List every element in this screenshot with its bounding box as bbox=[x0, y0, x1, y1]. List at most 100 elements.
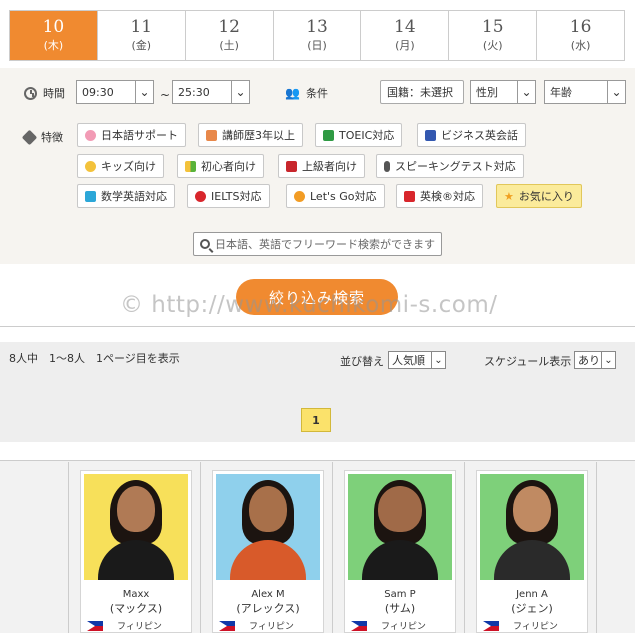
gender-select[interactable]: 性別 ⌄ bbox=[470, 80, 536, 104]
teacher-photo bbox=[348, 474, 452, 580]
feature-chip[interactable]: Let's Go対応 bbox=[286, 184, 385, 208]
date-dow: (火) bbox=[482, 39, 503, 52]
age-select[interactable]: 年齢 ⌄ bbox=[544, 80, 626, 104]
feature-chip[interactable]: IELTS対応 bbox=[187, 184, 270, 208]
time-separator: ~ bbox=[160, 88, 171, 102]
time-to-select[interactable]: 25:30 ⌄ bbox=[172, 80, 250, 104]
teacher-name: Maxx bbox=[122, 589, 150, 600]
nationality-button[interactable]: 国籍：未選択 bbox=[380, 80, 464, 104]
chevron-down-icon: ⌄ bbox=[135, 81, 153, 103]
divider bbox=[68, 462, 69, 633]
date-tab-4[interactable]: 14 (月) bbox=[360, 11, 448, 60]
philippines-flag-icon bbox=[351, 620, 367, 631]
time-label-text: 時間 bbox=[43, 87, 65, 100]
people-icon: 👥 bbox=[285, 86, 300, 100]
feature-chip[interactable]: TOEIC対応 bbox=[315, 123, 403, 147]
teacher-card[interactable]: Maxx (マックス) フィリピン bbox=[80, 470, 192, 633]
chevron-down-icon: ⌄ bbox=[431, 352, 445, 368]
chip-label: ビジネス英会話 bbox=[441, 129, 518, 142]
sort-select[interactable]: 人気順 ⌄ bbox=[388, 351, 446, 369]
feature-chip[interactable]: スピーキングテスト対応 bbox=[376, 154, 524, 178]
teacher-photo bbox=[480, 474, 584, 580]
chip-label: TOEIC対応 bbox=[339, 129, 395, 142]
feature-chip[interactable]: 英検®対応 bbox=[396, 184, 483, 208]
calculator-icon bbox=[85, 190, 96, 202]
free-word-search-input[interactable]: 日本語、英語でフリーワード検索ができます bbox=[193, 232, 442, 256]
teacher-card[interactable]: Sam P (サム) フィリピン bbox=[344, 470, 456, 633]
gender-value: 性別 bbox=[476, 86, 498, 99]
body-shape bbox=[494, 540, 570, 580]
chip-label: お気に入り bbox=[518, 190, 574, 203]
body-shape bbox=[98, 540, 174, 580]
chip-label: 上級者向け bbox=[302, 160, 357, 173]
head-shape bbox=[117, 486, 155, 532]
date-day: 13 bbox=[306, 17, 328, 37]
date-dow: (日) bbox=[307, 39, 327, 52]
time-from-value: 09:30 bbox=[82, 85, 114, 99]
date-tab-1[interactable]: 11 (金) bbox=[96, 11, 185, 60]
search-button[interactable]: 絞り込み検索 bbox=[236, 279, 398, 315]
divider bbox=[332, 462, 333, 633]
chevron-down-icon: ⌄ bbox=[607, 81, 625, 103]
teacher-card[interactable]: Jenn A (ジェン) フィリピン bbox=[476, 470, 588, 633]
teacher-name: Alex M bbox=[251, 589, 285, 600]
time-from-select[interactable]: 09:30 ⌄ bbox=[76, 80, 154, 104]
head-shape bbox=[513, 486, 551, 532]
feature-chip[interactable]: キッズ向け bbox=[77, 154, 164, 178]
feature-chip[interactable]: 数学英語対応 bbox=[77, 184, 175, 208]
search-icon bbox=[200, 239, 210, 249]
teacher-country: フィリピン bbox=[81, 619, 191, 632]
star-icon: ★ bbox=[504, 189, 514, 203]
teacher-kana: (サム) bbox=[384, 602, 416, 615]
country-name: フィリピン bbox=[117, 622, 162, 632]
divider bbox=[596, 462, 597, 633]
body-shape bbox=[230, 540, 306, 580]
country-name: フィリピン bbox=[381, 622, 426, 632]
letsgo-icon bbox=[294, 190, 305, 202]
teacher-country: フィリピン bbox=[345, 619, 455, 632]
date-tab-3[interactable]: 13 (日) bbox=[272, 11, 361, 60]
pagination-page-1[interactable]: 1 bbox=[301, 408, 331, 432]
graduation-cap-icon bbox=[286, 160, 297, 172]
chip-label: 講師歴3年以上 bbox=[222, 129, 295, 142]
country-name: フィリピン bbox=[513, 622, 558, 632]
schedule-select[interactable]: あり ⌄ bbox=[574, 351, 616, 369]
date-tab-0[interactable]: 10 (木) bbox=[10, 11, 97, 60]
date-tab-5[interactable]: 15 (火) bbox=[448, 11, 536, 60]
beginner-icon bbox=[185, 160, 196, 172]
feature-chip[interactable]: 上級者向け bbox=[278, 154, 365, 178]
chip-label: スピーキングテスト対応 bbox=[395, 160, 516, 173]
date-dow: (水) bbox=[570, 39, 591, 52]
chevron-down-icon: ⌄ bbox=[517, 81, 535, 103]
date-day: 14 bbox=[394, 17, 416, 37]
date-tab-2[interactable]: 12 (土) bbox=[184, 11, 273, 60]
smile-icon bbox=[85, 160, 96, 172]
feature-chip[interactable]: 初心者向け bbox=[177, 154, 264, 178]
teacher-kana: (アレックス) bbox=[236, 602, 300, 615]
clock-icon bbox=[24, 86, 37, 100]
date-day: 16 bbox=[569, 17, 592, 37]
teacher-card[interactable]: Alex M (アレックス) フィリピン bbox=[212, 470, 324, 633]
divider bbox=[464, 462, 465, 633]
date-dow: (月) bbox=[395, 39, 415, 52]
date-day: 11 bbox=[130, 17, 153, 37]
head-shape bbox=[249, 486, 287, 532]
feature-chip[interactable]: ビジネス英会話 bbox=[417, 123, 526, 147]
divider bbox=[0, 326, 635, 327]
teacher-name: Jenn A bbox=[516, 589, 548, 600]
favorite-chip[interactable]: ★ お気に入り bbox=[496, 184, 582, 208]
date-tab-6[interactable]: 16 (水) bbox=[536, 11, 624, 60]
result-count: 8人中 1〜8人 1ページ目を表示 bbox=[9, 352, 180, 365]
book-icon bbox=[323, 129, 334, 141]
teacher-country: フィリピン bbox=[213, 619, 323, 632]
eiken-icon bbox=[404, 190, 415, 202]
date-tabs: 10 (木) 11 (金) 12 (土) 13 (日) 14 (月) 15 (火) 16 (水… bbox=[9, 10, 625, 61]
chip-label: 英検®対応 bbox=[420, 190, 475, 203]
tag-icon bbox=[21, 129, 38, 145]
philippines-flag-icon bbox=[219, 620, 235, 631]
feature-chip[interactable]: 日本語サポート bbox=[77, 123, 186, 147]
feature-label-text: 特徴 bbox=[41, 131, 63, 144]
chip-label: 初心者向け bbox=[201, 160, 256, 173]
chevron-down-icon: ⌄ bbox=[601, 352, 615, 368]
feature-chip[interactable]: 講師歴3年以上 bbox=[198, 123, 303, 147]
